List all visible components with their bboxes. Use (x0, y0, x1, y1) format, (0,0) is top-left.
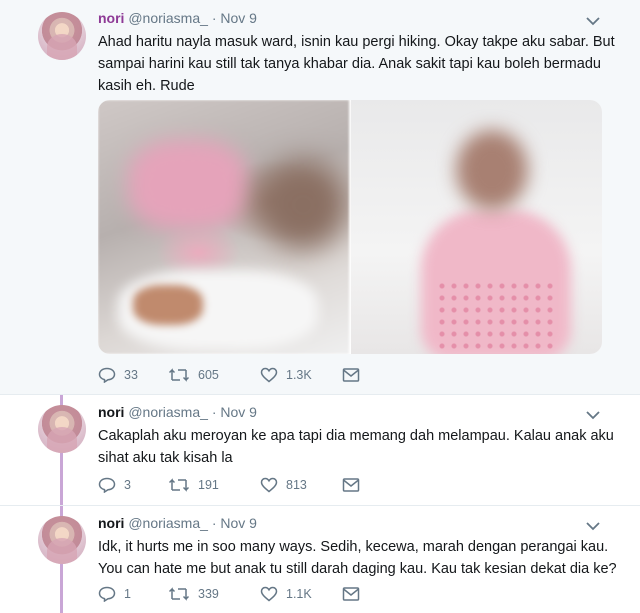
user-handle[interactable]: @noriasma_ (128, 404, 208, 420)
media-photo-1[interactable] (98, 100, 349, 354)
retweet-button[interactable]: 339 (168, 586, 260, 602)
direct-message-icon (342, 478, 360, 492)
tweet-actions: 3 191 813 (98, 477, 360, 493)
chevron-down-icon[interactable] (586, 410, 600, 420)
reply-button[interactable]: 33 (98, 367, 168, 383)
display-name[interactable]: nori (98, 10, 124, 26)
tweet-actions: 33 605 1.3K (98, 367, 360, 383)
timestamp[interactable]: Nov 9 (220, 515, 257, 531)
retweet-count: 605 (198, 368, 219, 382)
like-count: 1.3K (286, 368, 312, 382)
reply-button[interactable]: 3 (98, 477, 168, 493)
retweet-button[interactable]: 191 (168, 477, 260, 493)
separator-dot: · (211, 404, 217, 420)
user-handle[interactable]: @noriasma_ (128, 10, 208, 26)
like-count: 813 (286, 478, 307, 492)
tweet-2[interactable]: nori @noriasma_ · Nov 9 Cakaplah aku mer… (0, 395, 640, 505)
like-button[interactable]: 1.1K (260, 586, 342, 602)
separator-dot: · (211, 10, 217, 26)
direct-message-button[interactable] (342, 586, 360, 602)
timestamp[interactable]: Nov 9 (220, 10, 257, 26)
like-button[interactable]: 813 (260, 477, 342, 493)
chevron-down-icon[interactable] (586, 521, 600, 531)
tweet-text: Cakaplah aku meroyan ke apa tapi dia mem… (98, 428, 614, 466)
reply-count: 3 (124, 478, 131, 492)
like-icon (260, 477, 278, 493)
display-name[interactable]: nori (98, 404, 124, 420)
tweet-header: nori @noriasma_ · Nov 9 (98, 10, 257, 26)
separator-dot: · (211, 515, 217, 531)
direct-message-button[interactable] (342, 477, 360, 493)
tweet-1[interactable]: nori @noriasma_ · Nov 9 Ahad haritu nayl… (0, 0, 640, 394)
tweet-header: nori @noriasma_ · Nov 9 (98, 404, 257, 420)
reply-button[interactable]: 1 (98, 586, 168, 602)
avatar[interactable] (38, 516, 86, 564)
direct-message-icon (342, 587, 360, 601)
timestamp[interactable]: Nov 9 (220, 404, 257, 420)
reply-count: 33 (124, 368, 138, 382)
avatar[interactable] (38, 405, 86, 453)
tweet-header: nori @noriasma_ · Nov 9 (98, 515, 257, 531)
reply-icon (98, 367, 116, 383)
direct-message-button[interactable] (342, 367, 360, 383)
reply-icon (98, 477, 116, 493)
display-name[interactable]: nori (98, 515, 124, 531)
retweet-count: 339 (198, 587, 219, 601)
tweet-3[interactable]: nori @noriasma_ · Nov 9 Idk, it hurts me… (0, 506, 640, 613)
retweet-icon (168, 587, 190, 601)
user-handle[interactable]: @noriasma_ (128, 515, 208, 531)
retweet-button[interactable]: 605 (168, 367, 260, 383)
retweet-icon (168, 368, 190, 382)
like-count: 1.1K (286, 587, 312, 601)
like-icon (260, 367, 278, 383)
retweet-icon (168, 478, 190, 492)
tweet-media[interactable] (98, 100, 602, 354)
retweet-count: 191 (198, 478, 219, 492)
like-button[interactable]: 1.3K (260, 367, 342, 383)
chevron-down-icon[interactable] (586, 16, 600, 26)
tweet-text: Idk, it hurts me in soo many ways. Sedih… (98, 539, 617, 577)
reply-icon (98, 586, 116, 602)
tweet-actions: 1 339 1.1K (98, 586, 360, 602)
media-photo-2[interactable] (351, 100, 602, 354)
avatar[interactable] (38, 12, 86, 60)
like-icon (260, 586, 278, 602)
tweet-text: Ahad haritu nayla masuk ward, isnin kau … (98, 34, 615, 94)
direct-message-icon (342, 368, 360, 382)
reply-count: 1 (124, 587, 131, 601)
